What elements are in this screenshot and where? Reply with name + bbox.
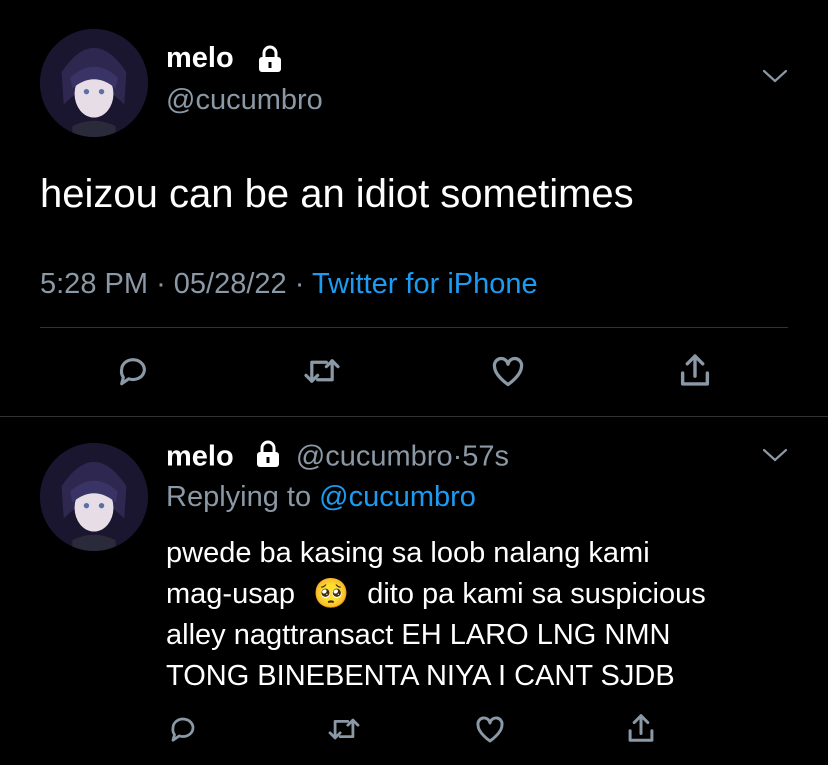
username-handle[interactable]: @cucumbro [166, 84, 323, 117]
reply-text-segment: mag-usap [166, 578, 295, 610]
lock-icon [254, 439, 282, 477]
like-icon [476, 716, 504, 743]
tweet-time: 5:28 PM [40, 268, 148, 300]
avatar[interactable] [40, 29, 148, 137]
username-handle[interactable]: @cucumbro [296, 441, 453, 473]
replying-to-label: Replying to [166, 481, 312, 513]
lock-icon [256, 44, 284, 79]
divider [40, 327, 788, 328]
reply-button[interactable] [166, 711, 200, 747]
share-icon [628, 714, 654, 742]
chevron-down-icon[interactable] [762, 447, 788, 468]
replying-to: Replying to @cucumbro [166, 481, 476, 514]
pleading-face-emoji: 🥺 [313, 578, 350, 610]
reply-text-line: TONG BINEBENTA NIYA I CANT SJDB [166, 660, 675, 692]
avatar[interactable] [40, 443, 148, 551]
display-name[interactable]: melo [166, 42, 234, 75]
share-button[interactable] [623, 709, 659, 747]
tweet-text: heizou can be an idiot sometimes [40, 172, 634, 216]
retweet-icon [304, 359, 340, 383]
retweet-button[interactable] [300, 351, 344, 391]
tweet-age: 57s [462, 440, 510, 473]
share-button[interactable] [675, 349, 715, 391]
chevron-down-icon[interactable] [762, 68, 788, 89]
reply-text-line: mag-usap 🥺 dito pa kami sa suspicious [166, 574, 706, 615]
tweet-date: 05/28/22 [173, 268, 287, 300]
reply-text-line: alley nagttransact EH LARO LNG NMN [166, 619, 671, 651]
reply-button[interactable] [113, 351, 153, 391]
reply-header: melo @cucumbro·57s [166, 439, 509, 477]
divider [0, 416, 828, 417]
replying-to-link[interactable]: @cucumbro [319, 481, 476, 513]
share-icon [680, 354, 710, 386]
reply-text-line: pwede ba kasing sa loob nalang kami [166, 537, 650, 569]
meta-separator: · [156, 268, 166, 300]
like-icon [492, 356, 524, 387]
display-name[interactable]: melo [166, 441, 234, 473]
tweet-meta: 5:28 PM · 05/28/22 · Twitter for iPhone [40, 268, 538, 301]
retweet-icon [328, 718, 360, 740]
reply-text: pwede ba kasing sa loob nalang kami mag-… [166, 533, 706, 697]
meta-separator: · [294, 268, 305, 300]
reply-icon [171, 717, 195, 742]
like-button[interactable] [472, 711, 508, 747]
meta-separator: · [452, 440, 463, 473]
tweet-source-link[interactable]: Twitter for iPhone [312, 268, 538, 300]
retweet-button[interactable] [324, 711, 364, 747]
reply-icon [119, 358, 146, 386]
reply-text-segment: dito pa kami sa suspicious [367, 578, 706, 610]
like-button[interactable] [487, 351, 529, 391]
